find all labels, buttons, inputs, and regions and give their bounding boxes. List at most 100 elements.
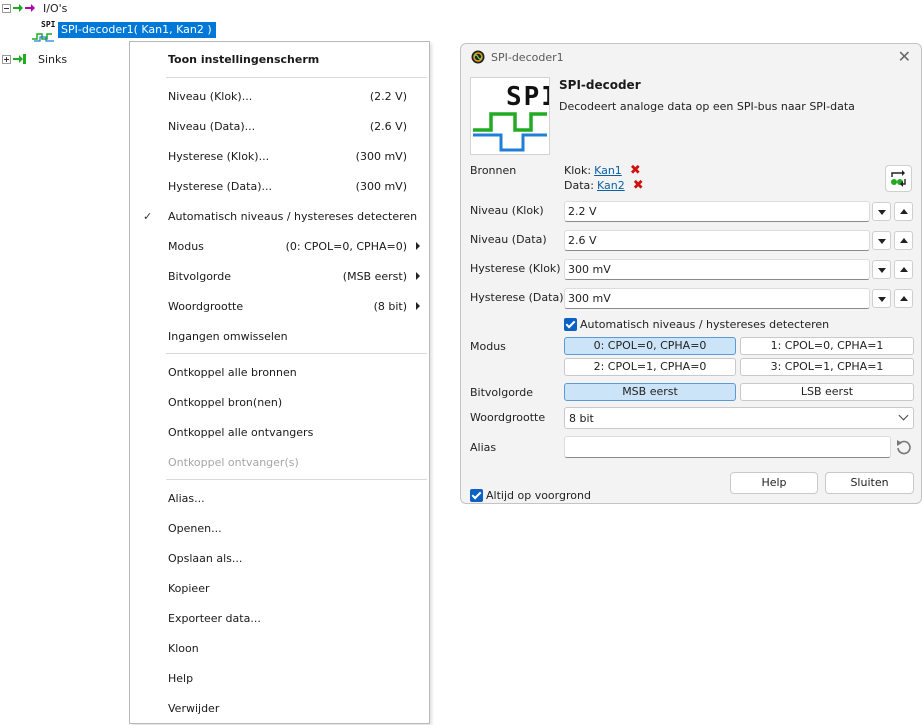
remove-clock-source-icon[interactable]: ✖ [630, 164, 641, 177]
device-description: Decodeert analoge data op een SPI-bus na… [559, 100, 855, 113]
menu-item-label: Niveau (Data)... [168, 119, 256, 133]
menu-item-label: Ontkoppel bron(nen) [168, 395, 283, 409]
close-button[interactable]: Sluiten [825, 472, 914, 494]
niveau-klok-increment-button[interactable] [894, 202, 913, 221]
woordgrootte-label: Woordgrootte [470, 411, 546, 424]
alias-input[interactable] [564, 436, 891, 458]
tree-label-ios: I/O's [43, 1, 68, 15]
menu-item-label: Toon instellingenscherm [168, 52, 320, 66]
menu-item-woordgrootte[interactable]: Woordgrootte (8 bit) [130, 291, 429, 321]
bitorder-option-lsb[interactable]: LSB eerst [740, 383, 914, 401]
menu-item-label: Verwijder [168, 701, 220, 715]
hysterese-data-increment-button[interactable] [894, 289, 913, 308]
niveau-data-decrement-button[interactable] [872, 231, 891, 250]
expand-toggle-icon[interactable] [2, 54, 11, 64]
menu-item-label: Niveau (Klok)... [168, 89, 253, 103]
menu-item-hysterese-klok[interactable]: Hysterese (Klok)... (300 mV) [130, 141, 429, 171]
spi-decoder-node-icon: SPI [32, 20, 56, 42]
menu-separator [166, 479, 427, 480]
menu-item-kloon[interactable]: Kloon [130, 633, 429, 663]
menu-item-label: Ingangen omwisselen [168, 329, 288, 343]
menu-item-kopieer[interactable]: Kopieer [130, 573, 429, 603]
menu-item-niveau-data[interactable]: Niveau (Data)... (2.6 V) [130, 111, 429, 141]
menu-item-label: Automatisch niveaus / hystereses detecte… [168, 209, 418, 223]
swap-sources-icon [891, 170, 906, 187]
menu-item-label: Ontkoppel alle bronnen [168, 365, 297, 379]
menu-item-ingangen-omwisselen[interactable]: Ingangen omwisselen [130, 321, 429, 351]
niveau-klok-decrement-button[interactable] [872, 202, 891, 221]
tree-row-spi-decoder[interactable]: SPI SPI-decoder1( Kan1, Kan2 ) [32, 17, 216, 43]
menu-item-exporteer-data[interactable]: Exporteer data... [130, 603, 429, 633]
niveau-data-increment-button[interactable] [894, 231, 913, 250]
bitvolgorde-label: Bitvolgorde [470, 386, 534, 399]
menu-item-value: (0: CPOL=0, CPHA=0) [285, 239, 407, 253]
tree-row-ios[interactable]: I/O's [2, 0, 67, 16]
menu-item-label: Woordgrootte [168, 299, 244, 313]
menu-item-ontkoppel-alle-bronnen[interactable]: Ontkoppel alle bronnen [130, 357, 429, 387]
mode-option-0[interactable]: 0: CPOL=0, CPHA=0 [564, 337, 736, 355]
menu-item-ontkoppel-alle-ontvangers[interactable]: Ontkoppel alle ontvangers [130, 417, 429, 447]
dialog-title: SPI-decoder1 [491, 51, 564, 64]
menu-item-hysterese-data[interactable]: Hysterese (Data)... (300 mV) [130, 171, 429, 201]
modus-label: Modus [470, 340, 506, 353]
data-label: Data: [564, 179, 594, 192]
context-menu: Toon instellingenscherm Niveau (Klok)...… [129, 41, 430, 724]
menu-item-toon-instellingenscherm[interactable]: Toon instellingenscherm [130, 44, 429, 74]
hysterese-klok-decrement-button[interactable] [872, 260, 891, 279]
hysterese-klok-increment-button[interactable] [894, 260, 913, 279]
menu-item-label: Openen... [168, 521, 222, 535]
menu-item-ontkoppel-bronnen[interactable]: Ontkoppel bron(nen) [130, 387, 429, 417]
menu-item-bitvolgorde[interactable]: Bitvolgorde (MSB eerst) [130, 261, 429, 291]
wordsize-select[interactable]: 8 bit [564, 407, 914, 429]
auto-detect-checkbox[interactable] [564, 318, 577, 331]
menu-separator [166, 77, 427, 78]
niveau-klok-label: Niveau (Klok) [470, 204, 544, 217]
collapse-toggle-icon[interactable] [2, 3, 11, 13]
niveau-data-label: Niveau (Data) [470, 233, 547, 246]
submenu-arrow-icon [416, 302, 420, 310]
menu-item-label: Modus [168, 239, 204, 253]
menu-item-ontkoppel-ontvangers: Ontkoppel ontvanger(s) [130, 447, 429, 477]
menu-item-label: Help [168, 671, 194, 685]
niveau-data-input[interactable]: 2.6 V [564, 230, 870, 251]
data-source-link[interactable]: Kan2 [597, 179, 625, 192]
hysterese-data-decrement-button[interactable] [872, 289, 891, 308]
menu-item-label: Exporteer data... [168, 611, 261, 625]
menu-item-verwijder[interactable]: Verwijder [130, 693, 429, 723]
menu-item-value: (300 mV) [355, 149, 407, 163]
menu-item-value: (2.2 V) [369, 89, 407, 103]
device-name: SPI-decoder [559, 78, 641, 92]
mode-option-3[interactable]: 3: CPOL=1, CPHA=1 [740, 358, 914, 376]
clock-source-link[interactable]: Kan1 [594, 164, 622, 177]
niveau-klok-input[interactable]: 2.2 V [564, 201, 870, 222]
menu-item-value: (300 mV) [355, 179, 407, 193]
hysterese-data-input[interactable]: 300 mV [564, 288, 870, 309]
menu-item-openen[interactable]: Openen... [130, 513, 429, 543]
checkmark-icon: ✓ [143, 209, 153, 223]
always-on-top-label: Altijd op voorgrond [486, 489, 591, 502]
menu-item-alias[interactable]: Alias... [130, 483, 429, 513]
menu-item-value: (2.6 V) [369, 119, 407, 133]
submenu-arrow-icon [416, 242, 420, 250]
menu-item-modus[interactable]: Modus (0: CPOL=0, CPHA=0) [130, 231, 429, 261]
mode-option-1[interactable]: 1: CPOL=0, CPHA=1 [740, 337, 914, 355]
hysterese-klok-input[interactable]: 300 mV [564, 259, 870, 280]
swap-sources-button[interactable] [885, 165, 912, 192]
data-source-line: Data: Kan2 ✖ [564, 179, 644, 193]
menu-item-opslaan-als[interactable]: Opslaan als... [130, 543, 429, 573]
sources-label: Bronnen [470, 164, 517, 177]
hysterese-data-label: Hysterese (Data) [470, 291, 564, 304]
sink-arrow-icon [13, 54, 26, 64]
help-button[interactable]: Help [730, 472, 818, 494]
tree-row-sinks[interactable]: Sinks [2, 51, 67, 67]
menu-item-help[interactable]: Help [130, 663, 429, 693]
menu-item-auto-detect[interactable]: ✓ Automatisch niveaus / hystereses detec… [130, 201, 429, 231]
always-on-top-checkbox[interactable] [470, 489, 483, 502]
reset-alias-icon[interactable] [895, 438, 913, 456]
close-icon[interactable]: ✕ [898, 48, 911, 66]
mode-option-2[interactable]: 2: CPOL=1, CPHA=0 [564, 358, 736, 376]
bitorder-option-msb[interactable]: MSB eerst [564, 383, 736, 401]
menu-item-label: Bitvolgorde [168, 269, 232, 283]
remove-data-source-icon[interactable]: ✖ [633, 179, 644, 192]
menu-item-niveau-klok[interactable]: Niveau (Klok)... (2.2 V) [130, 81, 429, 111]
